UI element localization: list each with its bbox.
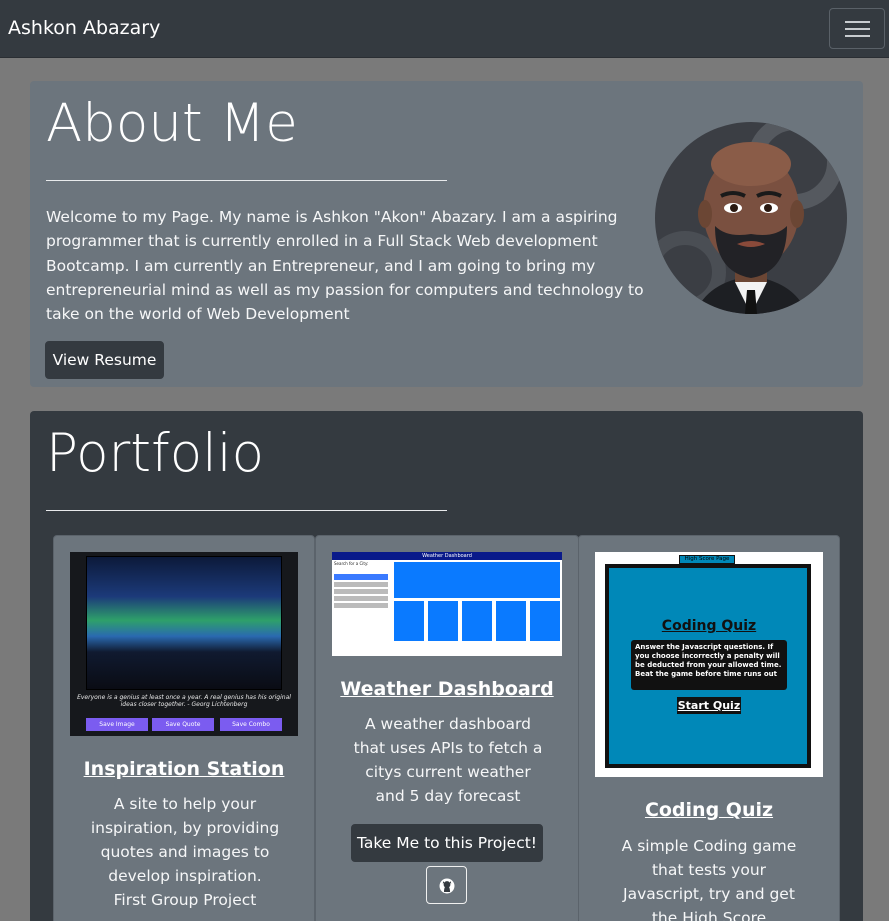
avatar	[655, 122, 847, 314]
thumb-forecast-3	[462, 601, 492, 641]
project-card-inspiration-station: Everyone is a genius at least once a yea…	[53, 535, 315, 921]
project-card-weather-dashboard: Weather Dashboard Search for a City: Wea…	[315, 535, 579, 921]
thumb-search-box	[334, 574, 388, 580]
thumb-header: Weather Dashboard	[332, 552, 562, 560]
thumb-quiz-title: Coding Quiz	[661, 618, 757, 634]
thumb-history-2	[334, 589, 388, 594]
about-divider	[46, 180, 447, 181]
thumb-forecast-2	[428, 601, 458, 641]
thumb-save-combo: Save Combo	[220, 718, 282, 731]
project-title[interactable]: Coding Quiz	[579, 799, 839, 821]
project-card-coding-quiz: High Score Page Coding Quiz Answer the J…	[578, 535, 840, 921]
weather-dashboard-screenshot[interactable]: Weather Dashboard Search for a City:	[332, 552, 562, 656]
github-icon[interactable]	[426, 866, 467, 904]
thumb-save-image: Save Image	[86, 718, 148, 731]
inspiration-station-screenshot[interactable]: Everyone is a genius at least once a yea…	[70, 552, 298, 736]
thumb-forecast-5	[530, 601, 560, 641]
aurora-image	[86, 556, 282, 690]
thumb-history-1	[334, 582, 388, 587]
coding-quiz-screenshot[interactable]: High Score Page Coding Quiz Answer the J…	[595, 552, 823, 777]
thumb-current-weather	[394, 562, 560, 598]
about-title: About Me	[46, 93, 298, 154]
thumb-forecast-1	[394, 601, 424, 641]
view-resume-button[interactable]: View Resume	[45, 341, 164, 379]
about-text: Welcome to my Page. My name is Ashkon "A…	[46, 208, 644, 324]
thumb-save-quote: Save Quote	[152, 718, 214, 731]
thumb-history-4	[334, 603, 388, 608]
thumb-quiz-body: Answer the Javascript questions. If you …	[631, 640, 787, 690]
thumb-search-label: Search for a City:	[334, 561, 369, 566]
take-me-to-project-button[interactable]: Take Me to this Project!	[351, 824, 543, 862]
about-section: About Me Welcome to my Page. My name is …	[30, 81, 863, 387]
project-description: A simple Coding game that tests your Jav…	[621, 837, 797, 921]
navbar-brand[interactable]: Ashkon Abazary	[8, 17, 160, 39]
thumb-start-quiz: Start Quiz	[677, 697, 741, 714]
thumb-history-3	[334, 596, 388, 601]
project-title[interactable]: Weather Dashboard	[316, 678, 578, 700]
portfolio-divider	[46, 510, 447, 511]
portfolio-title: Portfolio	[46, 423, 265, 484]
project-title[interactable]: Inspiration Station	[54, 758, 314, 780]
thumb-high-score: High Score Page	[679, 555, 735, 564]
hamburger-icon[interactable]	[829, 8, 885, 49]
thumb-forecast-4	[496, 601, 526, 641]
project-description: A weather dashboard that uses APIs to fe…	[353, 715, 543, 805]
project-description: A site to help your inspiration, by prov…	[90, 795, 280, 909]
thumb-quote: Everyone is a genius at least once a yea…	[77, 694, 291, 708]
navbar: Ashkon Abazary	[0, 0, 889, 58]
portfolio-section: Portfolio Everyone is a genius at least …	[30, 411, 863, 921]
